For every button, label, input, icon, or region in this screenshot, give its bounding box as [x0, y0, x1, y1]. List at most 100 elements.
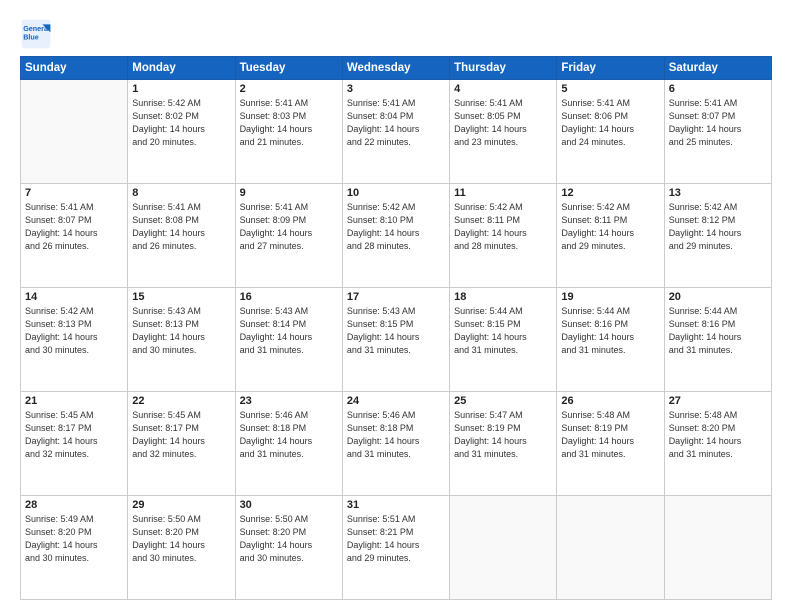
day-number: 30 [240, 499, 338, 511]
day-number: 25 [454, 395, 552, 407]
day-info: Sunrise: 5:45 AM Sunset: 8:17 PM Dayligh… [25, 409, 123, 461]
week-row-4: 21 Sunrise: 5:45 AM Sunset: 8:17 PM Dayli… [21, 392, 772, 496]
day-number: 10 [347, 187, 445, 199]
day-number: 14 [25, 291, 123, 303]
day-cell: 14Sunrise: 5:42 AM Sunset: 8:13 PM Dayli… [21, 288, 128, 392]
day-number: 26 [561, 395, 659, 407]
day-info: Sunrise: 5:51 AM Sunset: 8:21 PM Dayligh… [347, 513, 445, 565]
header: General Blue [20, 18, 772, 50]
day-info: Sunrise: 5:45 AM Sunset: 8:17 PM Dayligh… [132, 409, 230, 461]
day-cell: 15Sunrise: 5:43 AM Sunset: 8:13 PM Dayli… [128, 288, 235, 392]
day-info: Sunrise: 5:41 AM Sunset: 8:09 PM Dayligh… [240, 201, 338, 253]
day-cell: 29 Sunrise: 5:50 AM Sunset: 8:20 PM Dayli… [128, 496, 235, 600]
day-number: 2 [240, 83, 338, 95]
day-number: 5 [561, 83, 659, 95]
day-cell: 10 Sunrise: 5:42 AM Sunset: 8:10 PM Dayli… [342, 184, 449, 288]
day-number: 29 [132, 499, 230, 511]
day-info: Sunrise: 5:43 AM Sunset: 8:14 PM Dayligh… [240, 305, 338, 357]
day-number: 16 [240, 291, 338, 303]
weekday-header-monday: Monday [128, 57, 235, 80]
day-number: 12 [561, 187, 659, 199]
day-number: 21 [25, 395, 123, 407]
day-cell [557, 496, 664, 600]
day-cell: 25Sunrise: 5:47 AM Sunset: 8:19 PM Dayli… [450, 392, 557, 496]
svg-text:Blue: Blue [23, 33, 39, 42]
day-info: Sunrise: 5:50 AM Sunset: 8:20 PM Dayligh… [132, 513, 230, 565]
day-cell: 2 Sunrise: 5:41 AM Sunset: 8:03 PM Daylig… [235, 80, 342, 184]
day-cell: 8Sunrise: 5:41 AM Sunset: 8:08 PM Daylig… [128, 184, 235, 288]
weekday-header-tuesday: Tuesday [235, 57, 342, 80]
day-cell: 16 Sunrise: 5:43 AM Sunset: 8:14 PM Dayli… [235, 288, 342, 392]
day-cell: 20 Sunrise: 5:44 AM Sunset: 8:16 PM Dayli… [664, 288, 771, 392]
logo: General Blue [20, 18, 56, 50]
day-number: 31 [347, 499, 445, 511]
day-cell: 23 Sunrise: 5:46 AM Sunset: 8:18 PM Dayli… [235, 392, 342, 496]
day-info: Sunrise: 5:44 AM Sunset: 8:16 PM Dayligh… [669, 305, 767, 357]
day-cell: 4 Sunrise: 5:41 AM Sunset: 8:05 PM Daylig… [450, 80, 557, 184]
day-cell: 9 Sunrise: 5:41 AM Sunset: 8:09 PM Daylig… [235, 184, 342, 288]
day-info: Sunrise: 5:48 AM Sunset: 8:20 PM Dayligh… [669, 409, 767, 461]
day-info: Sunrise: 5:46 AM Sunset: 8:18 PM Dayligh… [347, 409, 445, 461]
day-number: 9 [240, 187, 338, 199]
day-number: 19 [561, 291, 659, 303]
day-cell: 24 Sunrise: 5:46 AM Sunset: 8:18 PM Dayli… [342, 392, 449, 496]
day-cell: 1 Sunrise: 5:42 AM Sunset: 8:02 PM Daylig… [128, 80, 235, 184]
day-cell: 21 Sunrise: 5:45 AM Sunset: 8:17 PM Dayli… [21, 392, 128, 496]
day-info: Sunrise: 5:44 AM Sunset: 8:15 PM Dayligh… [454, 305, 552, 357]
day-number: 22 [132, 395, 230, 407]
day-number: 28 [25, 499, 123, 511]
weekday-header-sunday: Sunday [21, 57, 128, 80]
day-info: Sunrise: 5:49 AM Sunset: 8:20 PM Dayligh… [25, 513, 123, 565]
week-row-3: 14Sunrise: 5:42 AM Sunset: 8:13 PM Dayli… [21, 288, 772, 392]
day-cell: 17 Sunrise: 5:43 AM Sunset: 8:15 PM Dayli… [342, 288, 449, 392]
day-info: Sunrise: 5:41 AM Sunset: 8:04 PM Dayligh… [347, 97, 445, 149]
day-cell: 27 Sunrise: 5:48 AM Sunset: 8:20 PM Dayli… [664, 392, 771, 496]
day-cell: 31 Sunrise: 5:51 AM Sunset: 8:21 PM Dayli… [342, 496, 449, 600]
day-number: 8 [132, 187, 230, 199]
day-cell [664, 496, 771, 600]
day-number: 23 [240, 395, 338, 407]
day-info: Sunrise: 5:43 AM Sunset: 8:13 PM Dayligh… [132, 305, 230, 357]
weekday-header-thursday: Thursday [450, 57, 557, 80]
day-number: 20 [669, 291, 767, 303]
day-number: 6 [669, 83, 767, 95]
day-info: Sunrise: 5:43 AM Sunset: 8:15 PM Dayligh… [347, 305, 445, 357]
day-info: Sunrise: 5:41 AM Sunset: 8:05 PM Dayligh… [454, 97, 552, 149]
week-row-5: 28 Sunrise: 5:49 AM Sunset: 8:20 PM Dayli… [21, 496, 772, 600]
day-info: Sunrise: 5:48 AM Sunset: 8:19 PM Dayligh… [561, 409, 659, 461]
day-number: 1 [132, 83, 230, 95]
day-number: 27 [669, 395, 767, 407]
day-number: 13 [669, 187, 767, 199]
day-cell: 3 Sunrise: 5:41 AM Sunset: 8:04 PM Daylig… [342, 80, 449, 184]
day-number: 4 [454, 83, 552, 95]
weekday-header-row: SundayMondayTuesdayWednesdayThursdayFrid… [21, 57, 772, 80]
day-info: Sunrise: 5:42 AM Sunset: 8:10 PM Dayligh… [347, 201, 445, 253]
page: General Blue SundayMondayTuesdayWednesda… [0, 0, 792, 612]
weekday-header-saturday: Saturday [664, 57, 771, 80]
day-number: 17 [347, 291, 445, 303]
day-number: 3 [347, 83, 445, 95]
calendar-table: SundayMondayTuesdayWednesdayThursdayFrid… [20, 56, 772, 600]
day-info: Sunrise: 5:41 AM Sunset: 8:07 PM Dayligh… [25, 201, 123, 253]
logo-icon: General Blue [20, 18, 52, 50]
day-number: 24 [347, 395, 445, 407]
weekday-header-wednesday: Wednesday [342, 57, 449, 80]
day-info: Sunrise: 5:46 AM Sunset: 8:18 PM Dayligh… [240, 409, 338, 461]
day-cell: 5Sunrise: 5:41 AM Sunset: 8:06 PM Daylig… [557, 80, 664, 184]
day-info: Sunrise: 5:41 AM Sunset: 8:07 PM Dayligh… [669, 97, 767, 149]
day-info: Sunrise: 5:42 AM Sunset: 8:12 PM Dayligh… [669, 201, 767, 253]
day-cell [450, 496, 557, 600]
week-row-2: 7Sunrise: 5:41 AM Sunset: 8:07 PM Daylig… [21, 184, 772, 288]
day-cell: 11Sunrise: 5:42 AM Sunset: 8:11 PM Dayli… [450, 184, 557, 288]
day-number: 11 [454, 187, 552, 199]
day-cell: 7Sunrise: 5:41 AM Sunset: 8:07 PM Daylig… [21, 184, 128, 288]
day-cell: 13 Sunrise: 5:42 AM Sunset: 8:12 PM Dayli… [664, 184, 771, 288]
day-info: Sunrise: 5:41 AM Sunset: 8:03 PM Dayligh… [240, 97, 338, 149]
day-info: Sunrise: 5:42 AM Sunset: 8:11 PM Dayligh… [561, 201, 659, 253]
day-cell [21, 80, 128, 184]
day-info: Sunrise: 5:50 AM Sunset: 8:20 PM Dayligh… [240, 513, 338, 565]
day-cell: 18 Sunrise: 5:44 AM Sunset: 8:15 PM Dayli… [450, 288, 557, 392]
day-info: Sunrise: 5:42 AM Sunset: 8:02 PM Dayligh… [132, 97, 230, 149]
day-cell: 19Sunrise: 5:44 AM Sunset: 8:16 PM Dayli… [557, 288, 664, 392]
day-number: 18 [454, 291, 552, 303]
